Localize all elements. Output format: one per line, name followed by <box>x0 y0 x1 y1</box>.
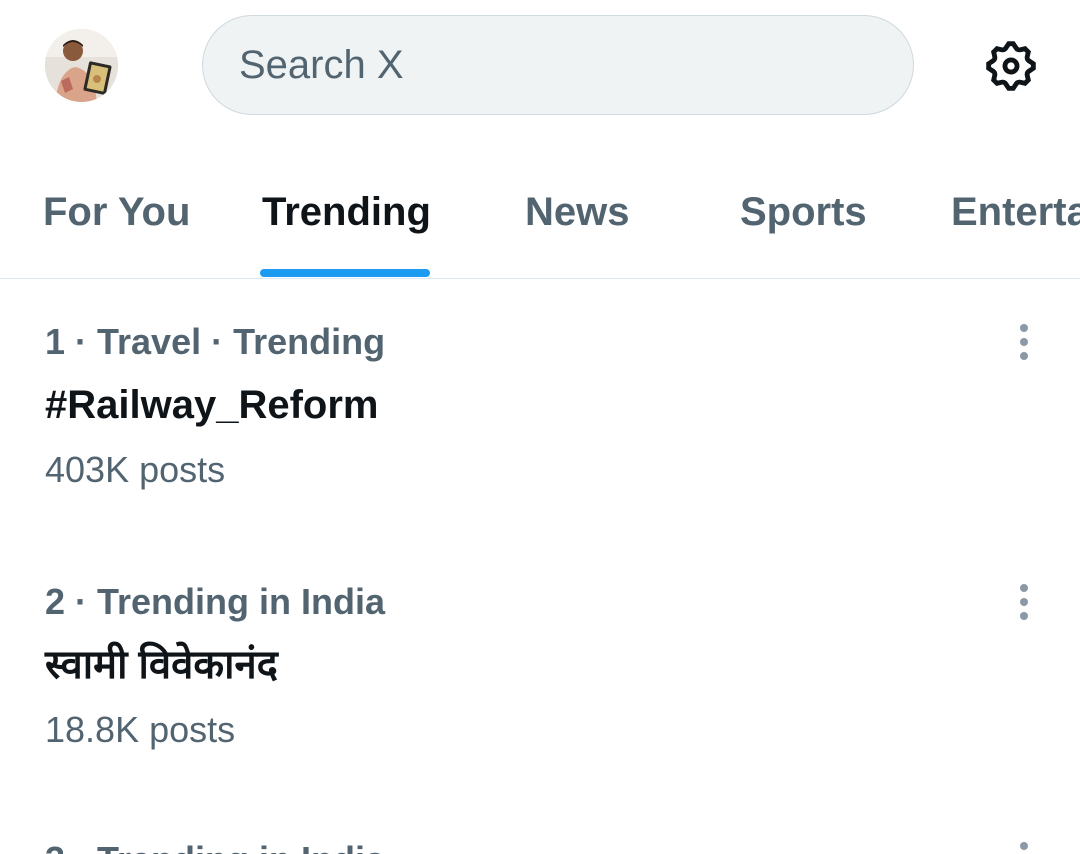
trend-item[interactable]: 3 · Trending in India <box>0 838 1080 854</box>
trend-more-button[interactable] <box>1004 838 1044 854</box>
tab-news[interactable]: News <box>525 190 630 235</box>
tab-for-you[interactable]: For You <box>43 190 190 235</box>
top-header <box>0 0 1080 134</box>
trend-post-count: 403K posts <box>45 449 226 490</box>
trend-item[interactable]: 2 · Trending in India स्वामी विवेकानंद 1… <box>0 580 1080 820</box>
trend-more-button[interactable] <box>1004 320 1044 364</box>
avatar-image <box>45 29 118 102</box>
explore-tabs: For You Trending News Sports Entertainme… <box>0 170 1080 279</box>
active-tab-indicator <box>260 269 430 277</box>
tab-entertainment[interactable]: Entertainment <box>951 190 1080 235</box>
search-bar[interactable] <box>202 15 914 115</box>
trend-context: 1 · Travel · Trending <box>45 321 386 362</box>
trend-item[interactable]: 1 · Travel · Trending #Railway_Reform 40… <box>0 320 1080 560</box>
trend-more-button[interactable] <box>1004 580 1044 624</box>
more-vertical-icon <box>1020 842 1028 850</box>
search-input[interactable] <box>237 41 913 89</box>
settings-button[interactable] <box>980 35 1042 97</box>
tab-sports[interactable]: Sports <box>740 190 867 235</box>
trend-name: स्वामी विवेकानंद <box>45 643 278 687</box>
trend-context: 2 · Trending in India <box>45 581 386 622</box>
gear-icon <box>986 41 1036 91</box>
more-vertical-icon <box>1020 324 1028 360</box>
more-vertical-icon <box>1020 584 1028 620</box>
avatar[interactable] <box>45 29 118 102</box>
trend-name: #Railway_Reform <box>45 383 379 427</box>
trend-context: 3 · Trending in India <box>45 838 385 854</box>
tab-trending[interactable]: Trending <box>262 190 431 235</box>
trend-post-count: 18.8K posts <box>45 709 236 750</box>
